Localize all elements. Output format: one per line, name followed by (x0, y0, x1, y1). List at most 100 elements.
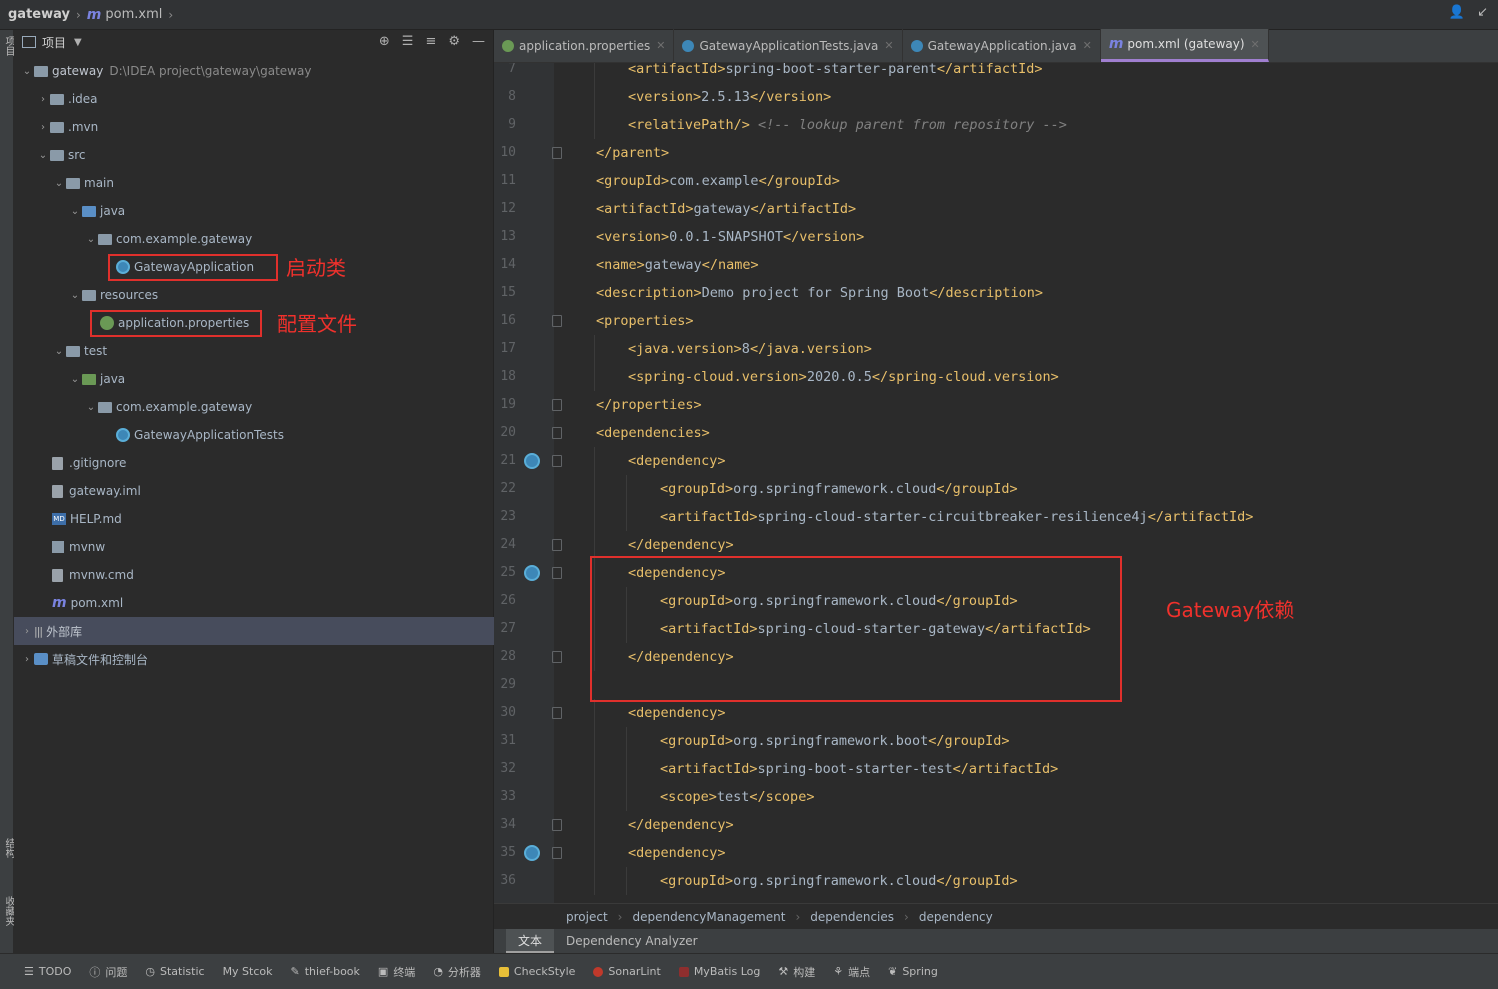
tab-gateway-application-tests[interactable]: GatewayApplicationTests.java ✕ (674, 29, 903, 62)
fold-icon[interactable] (552, 539, 562, 551)
xml-crumb-dependency-management[interactable]: dependencyManagement (632, 910, 785, 924)
tab-application-properties[interactable]: application.properties ✕ (494, 29, 675, 62)
fold-icon[interactable] (552, 399, 562, 411)
code-line[interactable]: 31 <groupId>org.springframework.boot</gro… (494, 727, 1498, 755)
chevron-down-icon[interactable]: ⌄ (68, 206, 82, 217)
code-line[interactable]: 21 <dependency> (494, 447, 1498, 475)
code-line[interactable]: 22 <groupId>org.springframework.cloud</gr… (494, 475, 1498, 503)
code-line[interactable]: 32 <artifactId>spring-boot-starter-test</… (494, 755, 1498, 783)
tree-item-test-java[interactable]: ⌄ java (14, 365, 494, 393)
locate-icon[interactable]: ⊕ (379, 34, 390, 49)
collapse-all-icon[interactable]: ≡ (425, 34, 436, 49)
chevron-right-icon[interactable]: › (36, 122, 50, 133)
chevron-down-icon[interactable]: ⌄ (84, 234, 98, 245)
tree-item-gitignore[interactable]: .gitignore (14, 449, 494, 477)
user-icon[interactable]: 👤 (1449, 5, 1465, 20)
code-line[interactable]: 11 <groupId>com.example</groupId> (494, 167, 1498, 195)
tree-item-gateway-iml[interactable]: gateway.iml (14, 477, 494, 505)
tree-item-resources[interactable]: ⌄ resources (14, 281, 494, 309)
chevron-right-icon[interactable]: › (20, 626, 34, 637)
code-line[interactable]: 8 <version>2.5.13</version> (494, 83, 1498, 111)
code-line[interactable]: 12 <artifactId>gateway</artifactId> (494, 195, 1498, 223)
code-line[interactable]: 33 <scope>test</scope> (494, 783, 1498, 811)
tree-item-external-libraries[interactable]: › ||| 外部库 (14, 617, 494, 645)
tree-item-test[interactable]: ⌄ test (14, 337, 494, 365)
xml-crumb-dependency[interactable]: dependency (919, 910, 993, 924)
tree-item-main-java[interactable]: ⌄ java (14, 197, 494, 225)
code-line[interactable]: 10 </parent> (494, 139, 1498, 167)
tree-item-mvnw-cmd[interactable]: mvnw.cmd (14, 561, 494, 589)
fold-icon[interactable] (552, 147, 562, 159)
tool-mybatis-log[interactable]: MyBatis Log (678, 965, 760, 978)
chevron-down-icon[interactable]: ⌄ (68, 374, 82, 385)
code-line[interactable]: 7 <artifactId>spring-boot-starter-parent<… (494, 63, 1498, 83)
tool-problems[interactable]: ⓘ 问题 (89, 964, 127, 980)
code-line[interactable]: 18 <spring-cloud.version>2020.0.5</spring… (494, 363, 1498, 391)
code-line[interactable]: 9 <relativePath/> <!-- lookup parent from… (494, 111, 1498, 139)
dependency-update-icon[interactable] (524, 453, 540, 469)
tree-item-mvnw[interactable]: mvnw (14, 533, 494, 561)
tree-item-package-main[interactable]: ⌄ com.example.gateway (14, 225, 494, 253)
chevron-down-icon[interactable]: ⌄ (36, 150, 50, 161)
minimize-icon[interactable]: — (472, 34, 485, 49)
chevron-right-icon[interactable]: › (36, 94, 50, 105)
code-line[interactable]: 13 <version>0.0.1-SNAPSHOT</version> (494, 223, 1498, 251)
code-line[interactable]: 24 </dependency> (494, 531, 1498, 559)
fold-icon[interactable] (552, 847, 562, 859)
tree-item-src[interactable]: ⌄ src (14, 141, 494, 169)
code-line[interactable]: 15 <description>Demo project for Spring B… (494, 279, 1498, 307)
gear-icon[interactable]: ⚙ (448, 34, 460, 49)
tree-item-help-md[interactable]: MD HELP.md (14, 505, 494, 533)
tool-terminal[interactable]: ▣ 终端 (378, 964, 415, 980)
tab-gateway-application[interactable]: GatewayApplication.java ✕ (903, 29, 1101, 62)
code-line[interactable]: 14 <name>gateway</name> (494, 251, 1498, 279)
tool-endpoints[interactable]: ⚘ 端点 (833, 964, 870, 980)
tree-item-gateway-root[interactable]: ⌄ gateway D:\IDEA project\gateway\gatewa… (14, 57, 494, 85)
project-panel-title[interactable]: 项目 (42, 34, 66, 51)
tab-text[interactable]: 文本 (506, 929, 555, 953)
tab-dependency-analyzer[interactable]: Dependency Analyzer (554, 929, 710, 953)
xml-crumb-dependencies[interactable]: dependencies (810, 910, 894, 924)
tab-pom-xml[interactable]: m pom.xml (gateway) ✕ (1100, 29, 1269, 62)
tool-checkstyle[interactable]: CheckStyle (498, 965, 575, 978)
xml-crumb-project[interactable]: project (566, 910, 608, 924)
close-icon[interactable]: ✕ (884, 39, 893, 52)
fold-icon[interactable] (552, 707, 562, 719)
tree-item-pom-xml[interactable]: m pom.xml (14, 589, 494, 617)
breadcrumb-file[interactable]: pom.xml (105, 7, 162, 22)
tool-todo[interactable]: ☰ TODO (24, 965, 71, 978)
fold-icon[interactable] (552, 455, 562, 467)
tree-item-main[interactable]: ⌄ main (14, 169, 494, 197)
fold-icon[interactable] (552, 427, 562, 439)
code-line[interactable]: 17 <java.version>8</java.version> (494, 335, 1498, 363)
tool-build[interactable]: ⚒ 构建 (778, 964, 815, 980)
chevron-down-icon[interactable]: ⌄ (52, 178, 66, 189)
code-line[interactable]: 23 <artifactId>spring-cloud-starter-circu… (494, 503, 1498, 531)
code-line[interactable]: 36 <groupId>org.springframework.cloud</gr… (494, 867, 1498, 895)
chevron-down-icon[interactable]: ▼ (74, 37, 82, 48)
code-line[interactable]: 16 <properties> (494, 307, 1498, 335)
close-icon[interactable]: ✕ (1251, 38, 1260, 51)
tool-thief-book[interactable]: ✎ thief-book (291, 965, 360, 978)
code-line[interactable]: 34 </dependency> (494, 811, 1498, 839)
fold-icon[interactable] (552, 567, 562, 579)
close-icon[interactable]: ✕ (656, 39, 665, 52)
chevron-down-icon[interactable]: ⌄ (20, 66, 34, 77)
code-line[interactable]: 19 </properties> (494, 391, 1498, 419)
vcs-icon[interactable]: ↙ (1477, 5, 1488, 20)
dependency-update-icon[interactable] (524, 565, 540, 581)
tree-item-mvn[interactable]: › .mvn (14, 113, 494, 141)
code-line[interactable]: 20 <dependencies> (494, 419, 1498, 447)
tree-item-gateway-application-tests[interactable]: GatewayApplicationTests (14, 421, 494, 449)
code-line[interactable]: 35 <dependency> (494, 839, 1498, 867)
tool-statistic[interactable]: ◷ Statistic (145, 965, 204, 978)
chevron-right-icon[interactable]: › (20, 654, 34, 665)
tree-item-package-test[interactable]: ⌄ com.example.gateway (14, 393, 494, 421)
expand-all-icon[interactable]: ☰ (402, 34, 414, 49)
fold-icon[interactable] (552, 651, 562, 663)
tool-profiler[interactable]: ◔ 分析器 (433, 964, 481, 980)
fold-icon[interactable] (552, 315, 562, 327)
breadcrumb-project[interactable]: gateway (8, 7, 70, 22)
tree-item-scratches[interactable]: › 草稿文件和控制台 (14, 645, 494, 673)
chevron-down-icon[interactable]: ⌄ (52, 346, 66, 357)
